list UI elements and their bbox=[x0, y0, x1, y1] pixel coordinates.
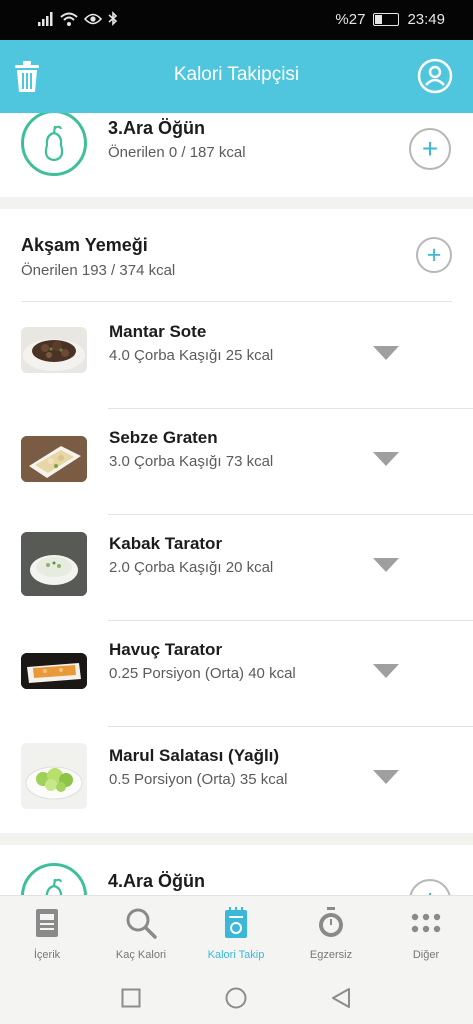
system-nav-bar bbox=[0, 974, 473, 1024]
food-detail: 2.0 Çorba Kaşığı 20 kcal bbox=[109, 559, 274, 576]
food-name: Sebze Graten bbox=[109, 428, 218, 447]
food-detail: 3.0 Çorba Kaşığı 73 kcal bbox=[109, 453, 274, 470]
nav-item-diger[interactable]: Diğer bbox=[379, 896, 473, 975]
status-bar: %27 23:49 bbox=[0, 0, 473, 40]
snack3-title: 3.Ara Öğün bbox=[108, 118, 206, 138]
chevron-down-icon[interactable] bbox=[373, 452, 399, 466]
nav-item-kac-kalori[interactable]: Kaç Kalori bbox=[94, 896, 188, 975]
snack4-card: 4.Ara Öğün + bbox=[0, 845, 473, 895]
dinner-subtitle: Önerilen 193 / 374 kcal bbox=[21, 262, 176, 279]
battery-icon bbox=[373, 13, 400, 26]
eye-icon bbox=[84, 13, 102, 24]
food-thumbnail bbox=[21, 532, 87, 596]
clock: 23:49 bbox=[407, 11, 445, 28]
snack3-subtitle: Önerilen 0 / 187 kcal bbox=[108, 144, 246, 161]
nav-item-kalori-takip[interactable]: Kalori Takip bbox=[189, 896, 283, 975]
food-row[interactable]: Marul Salatası (Yağlı) 0.5 Porsiyon (Ort… bbox=[0, 726, 473, 832]
nav-label: İçerik bbox=[33, 949, 61, 961]
dinner-card: Akşam Yemeği Önerilen 193 / 374 kcal + M… bbox=[0, 209, 473, 833]
recents-icon[interactable] bbox=[121, 988, 141, 1008]
food-detail: 0.5 Porsiyon (Orta) 35 kcal bbox=[109, 771, 288, 788]
food-row[interactable]: Sebze Graten 3.0 Çorba Kaşığı 73 kcal bbox=[0, 408, 473, 514]
add-dinner-button[interactable]: + bbox=[416, 237, 452, 273]
chevron-down-icon[interactable] bbox=[373, 770, 399, 784]
food-name: Marul Salatası (Yağlı) bbox=[109, 746, 280, 765]
food-row[interactable]: Mantar Sote 4.0 Çorba Kaşığı 25 kcal bbox=[0, 302, 473, 408]
meal-list[interactable]: 3.Ara Öğün Önerilen 0 / 187 kcal + Akşam… bbox=[0, 113, 473, 895]
app-bar: Kalori Takipçisi bbox=[0, 40, 473, 113]
food-name: Kabak Tarator bbox=[109, 534, 223, 553]
status-icons-right: %27 23:49 bbox=[335, 11, 445, 28]
row-divider bbox=[108, 514, 473, 515]
nav-label: Diğer bbox=[412, 949, 440, 961]
food-name: Havuç Tarator bbox=[109, 640, 223, 659]
signal-icon bbox=[38, 11, 53, 26]
food-thumbnail bbox=[21, 436, 87, 482]
document-icon bbox=[0, 906, 94, 940]
snack3-card: 3.Ara Öğün Önerilen 0 / 187 kcal + bbox=[0, 113, 473, 197]
back-icon[interactable] bbox=[331, 987, 351, 1009]
add-snack3-button[interactable]: + bbox=[409, 128, 451, 170]
chevron-down-icon[interactable] bbox=[373, 346, 399, 360]
profile-icon[interactable] bbox=[417, 58, 453, 99]
more-icon bbox=[379, 906, 473, 940]
add-snack4-button[interactable]: + bbox=[409, 879, 451, 895]
battery-percent: %27 bbox=[335, 11, 366, 28]
food-detail: 0.25 Porsiyon (Orta) 40 kcal bbox=[109, 665, 296, 682]
food-thumbnail bbox=[21, 327, 87, 373]
bluetooth-icon bbox=[108, 11, 118, 26]
stopwatch-icon bbox=[284, 906, 378, 940]
food-name: Mantar Sote bbox=[109, 322, 207, 341]
chevron-down-icon[interactable] bbox=[373, 558, 399, 572]
pear-icon bbox=[21, 113, 87, 176]
row-divider bbox=[108, 408, 473, 409]
page-title: Kalori Takipçisi bbox=[173, 64, 300, 85]
food-detail: 4.0 Çorba Kaşığı 25 kcal bbox=[109, 347, 274, 364]
status-icons-left bbox=[38, 11, 118, 26]
dinner-title: Akşam Yemeği bbox=[21, 235, 148, 255]
bottom-nav: İçerik Kaç Kalori Kalori Takip Egzersiz … bbox=[0, 895, 473, 974]
food-row[interactable]: Havuç Tarator 0.25 Porsiyon (Orta) 40 kc… bbox=[0, 620, 473, 726]
wifi-icon bbox=[60, 12, 78, 26]
pear-icon bbox=[21, 863, 87, 895]
tracker-icon bbox=[189, 906, 283, 940]
nav-item-icerik[interactable]: İçerik bbox=[0, 896, 94, 975]
nav-label: Egzersiz bbox=[309, 949, 353, 961]
chevron-down-icon[interactable] bbox=[373, 664, 399, 678]
nav-label: Kaç Kalori bbox=[115, 949, 167, 961]
home-icon[interactable] bbox=[225, 987, 247, 1009]
food-row[interactable]: Kabak Tarator 2.0 Çorba Kaşığı 20 kcal bbox=[0, 514, 473, 620]
search-icon bbox=[94, 906, 188, 940]
food-thumbnail bbox=[21, 653, 87, 689]
nav-label: Kalori Takip bbox=[207, 949, 265, 961]
row-divider bbox=[108, 620, 473, 621]
row-divider bbox=[108, 726, 473, 727]
snack4-title: 4.Ara Öğün bbox=[108, 871, 206, 891]
food-thumbnail bbox=[21, 743, 87, 809]
nav-item-egzersiz[interactable]: Egzersiz bbox=[284, 896, 378, 975]
